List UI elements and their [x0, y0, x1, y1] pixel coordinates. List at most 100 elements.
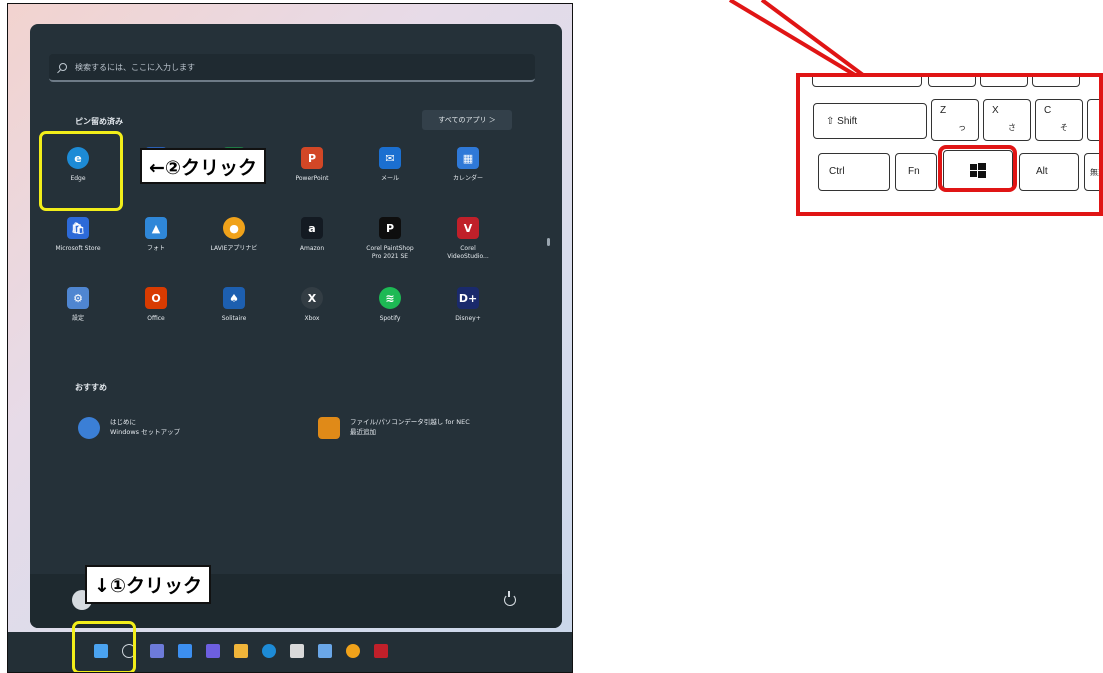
recommended-item-file-migration[interactable]: ファイル/パソコンデータ引越し for NEC 最近追加 [318, 417, 470, 439]
power-icon[interactable] [504, 591, 516, 606]
key-c-kana: そ [1060, 123, 1068, 132]
photos-icon: ▲ [145, 217, 167, 239]
xbox-icon: X [301, 287, 323, 309]
recommended-item-getstarted[interactable]: はじめに Windows セットアップ [78, 417, 180, 439]
pinned-app-disney[interactable]: D+ Disney+ [433, 287, 503, 323]
pinned-app-label: LAVIEアプリナビ [210, 245, 258, 252]
photos-icon[interactable] [318, 644, 332, 658]
key-alt[interactable]: Alt [1019, 153, 1079, 191]
videostudio-icon: V [457, 217, 479, 239]
disney-icon: D+ [457, 287, 479, 309]
search-input[interactable]: 検索するには、ここに入力します [49, 54, 535, 82]
pinned-app-label: Amazon [299, 245, 325, 252]
pinned-app-label: Solitaire [221, 315, 247, 322]
videostudio-icon[interactable] [374, 644, 388, 658]
pinned-app-videostudio[interactable]: V Corel VideoStudio... [433, 217, 503, 261]
key-muhenkan[interactable]: 無変 [1084, 153, 1099, 191]
recommended-sub-text: 最近追加 [350, 428, 376, 436]
key-x-kana: さ [1008, 123, 1016, 132]
pinned-app-label: Spotify [379, 315, 401, 322]
lavie-icon[interactable] [346, 644, 360, 658]
pinned-app-label: Office [147, 315, 165, 322]
step1-callout: ↓①クリック [85, 565, 212, 604]
pinned-app-label: 設定 [71, 315, 84, 322]
key-ctrl-label: Ctrl [829, 166, 845, 177]
pinned-app-label: PowerPoint [295, 175, 329, 182]
pinned-app-label: メール [380, 175, 399, 182]
store-icon: 🛍 [67, 217, 89, 239]
office-icon: O [145, 287, 167, 309]
windows-screenshot: 検索するには、ここに入力します ピン留め済み すべてのアプリ ＞ eEdgeWW… [7, 3, 573, 673]
key-top-partial [1032, 77, 1080, 87]
pinned-app-solitaire[interactable]: ♠ Solitaire [199, 287, 269, 323]
key-shift-label: ⇧ Shift [826, 116, 858, 127]
lavie-icon: ● [223, 217, 245, 239]
getstarted-icon [78, 417, 100, 439]
key-c[interactable]: C そ [1035, 99, 1083, 141]
pinned-app-label: Corel PaintShop Pro 2021 SE [366, 245, 414, 260]
amazon-icon: a [301, 217, 323, 239]
pinned-app-amazon[interactable]: a Amazon [277, 217, 347, 253]
key-x-label: X [992, 105, 999, 116]
scroll-indicator[interactable] [547, 238, 550, 246]
key-alt-label: Alt [1036, 166, 1048, 177]
key-partial-v [1087, 99, 1099, 141]
recommended-title-text: ファイル/パソコンデータ引越し for NEC [350, 418, 470, 426]
pinned-app-powerpoint[interactable]: P PowerPoint [277, 147, 347, 183]
key-top-partial [980, 77, 1028, 87]
pinned-app-label: Corel VideoStudio... [447, 245, 489, 260]
paintshop-icon: P [379, 217, 401, 239]
key-top-partial [812, 77, 922, 87]
start-button-highlight-box [72, 621, 136, 672]
mail-icon: ✉ [379, 147, 401, 169]
pinned-app-label: カレンダー [452, 175, 483, 182]
start-menu: 検索するには、ここに入力します ピン留め済み すべてのアプリ ＞ eEdgeWW… [30, 24, 562, 628]
explorer-icon[interactable] [234, 644, 248, 658]
pinned-app-label: Microsoft Store [55, 245, 101, 252]
pinned-title: ピン留め済み [75, 117, 123, 126]
all-apps-button[interactable]: すべてのアプリ ＞ [422, 110, 512, 130]
windows-key-highlight-box [938, 145, 1017, 192]
calendar-icon: ▦ [457, 147, 479, 169]
powerpoint-icon: P [301, 147, 323, 169]
solitaire-icon: ♠ [223, 287, 245, 309]
edge-icon[interactable] [262, 644, 276, 658]
key-shift[interactable]: ⇧ Shift [813, 103, 927, 139]
file-migration-icon [318, 417, 340, 439]
key-z-label: Z [940, 105, 947, 116]
key-top-partial [928, 77, 976, 87]
instruction-figure: 検索するには、ここに入力します ピン留め済み すべてのアプリ ＞ eEdgeWW… [0, 0, 1103, 673]
pinned-app-photos[interactable]: ▲ フォト [121, 217, 191, 253]
chat-icon[interactable] [206, 644, 220, 658]
pinned-app-office[interactable]: O Office [121, 287, 191, 323]
pinned-app-paintshop[interactable]: P Corel PaintShop Pro 2021 SE [355, 217, 425, 261]
keyboard-inset: ⇧ Shift Z っ X さ C そ Ctrl Fn Alt 無 [796, 73, 1103, 216]
key-muhenkan-label: 無変 [1090, 168, 1099, 177]
settings-icon: ⚙ [67, 287, 89, 309]
key-ctrl[interactable]: Ctrl [818, 153, 890, 191]
pinned-app-settings[interactable]: ⚙ 設定 [43, 287, 113, 323]
pinned-app-label: Disney+ [455, 315, 481, 322]
search-placeholder: 検索するには、ここに入力します [75, 62, 195, 72]
pinned-app-spotify[interactable]: ≋ Spotify [355, 287, 425, 323]
taskview-icon[interactable] [150, 644, 164, 658]
pinned-app-label: フォト [146, 245, 165, 252]
pinned-app-label: Xbox [304, 315, 320, 322]
pinned-app-xbox[interactable]: X Xbox [277, 287, 347, 323]
recommended-title: おすすめ [75, 383, 107, 392]
store-icon[interactable] [290, 644, 304, 658]
edge-highlight-box [39, 131, 123, 211]
search-icon [59, 63, 67, 71]
pinned-app-calendar[interactable]: ▦ カレンダー [433, 147, 503, 183]
key-x[interactable]: X さ [983, 99, 1031, 141]
key-fn[interactable]: Fn [895, 153, 937, 191]
pinned-app-mail[interactable]: ✉ メール [355, 147, 425, 183]
pinned-app-store[interactable]: 🛍 Microsoft Store [43, 217, 113, 253]
key-z[interactable]: Z っ [931, 99, 979, 141]
widgets-icon[interactable] [178, 644, 192, 658]
recommended-sub-text: Windows セットアップ [110, 428, 181, 436]
pinned-app-lavie[interactable]: ● LAVIEアプリナビ [199, 217, 269, 253]
key-fn-label: Fn [908, 166, 920, 177]
step2-callout: ←②クリック [140, 148, 267, 184]
spotify-icon: ≋ [379, 287, 401, 309]
